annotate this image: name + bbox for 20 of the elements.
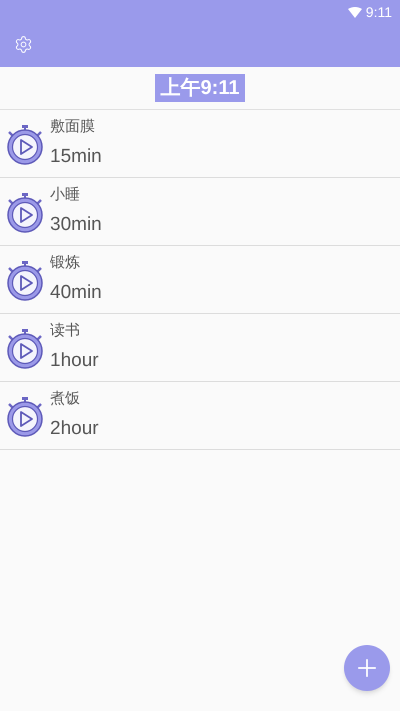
timer-duration: 40min — [50, 281, 102, 305]
timer-row[interactable]: 敷面膜 15min — [0, 110, 400, 178]
timer-duration: 30min — [50, 213, 102, 237]
settings-button[interactable] — [14, 34, 33, 54]
gear-icon — [14, 34, 33, 54]
timer-duration: 15min — [50, 145, 102, 169]
timer-duration: 1hour — [50, 349, 99, 373]
timer-row[interactable]: 小睡 30min — [0, 178, 400, 246]
status-time: 9:11 — [366, 2, 392, 22]
timer-row[interactable]: 锻炼 40min — [0, 246, 400, 314]
timer-row[interactable]: 读书 1hour — [0, 314, 400, 382]
timer-name: 小睡 — [50, 184, 81, 204]
timer-row[interactable]: 煮饭 2hour — [0, 382, 400, 450]
timer-duration: 2hour — [50, 417, 99, 441]
timer-name: 读书 — [50, 320, 81, 340]
timer-name: 煮饭 — [50, 388, 81, 408]
current-time: 上午9:11 — [154, 74, 246, 102]
timer-name: 锻炼 — [50, 252, 81, 272]
timer-name: 敷面膜 — [50, 116, 96, 136]
wifi-icon — [348, 6, 362, 18]
